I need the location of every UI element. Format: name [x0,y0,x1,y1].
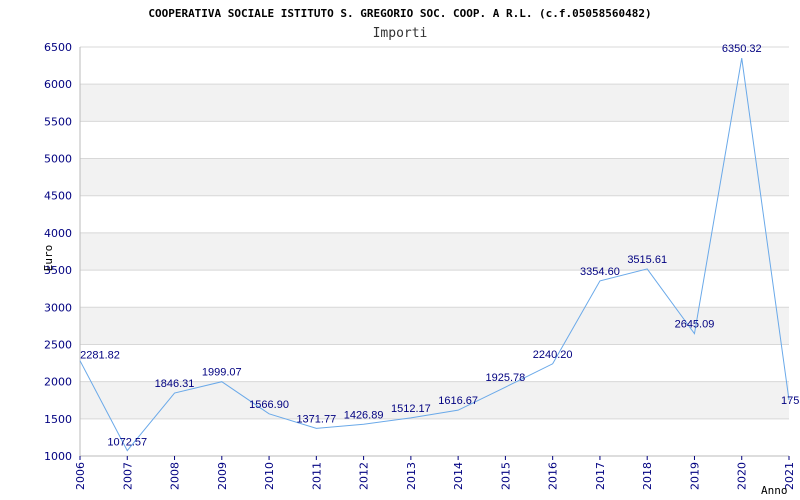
grid-band [80,84,789,122]
data-label: 1072.57 [107,437,147,449]
x-tick-label: 2019 [688,462,701,490]
data-label: 2240.20 [533,349,573,361]
data-label: 1512.17 [391,403,431,415]
y-tick-label: 5500 [44,115,72,128]
x-tick-label: 2011 [310,462,323,490]
x-tick-label: 2006 [74,462,87,490]
y-tick-label: 2000 [44,376,72,389]
y-tick-label: 1500 [44,413,72,426]
chart-subtitle: Importi [373,26,428,41]
y-tick-label: 5000 [44,153,72,166]
data-label: 1616.67 [438,395,478,407]
x-tick-label: 2020 [736,462,749,490]
x-tick-label: 2014 [452,462,465,490]
data-label: 2645.09 [675,319,715,331]
x-tick-label: 2018 [641,462,654,490]
chart-title: COOPERATIVA SOCIALE ISTITUTO S. GREGORIO… [148,7,651,20]
data-label: 2281.82 [80,350,120,362]
x-tick-label: 2015 [499,462,512,490]
y-tick-label: 6500 [44,41,72,54]
plot-area: 1000150020002500300035004000450050005500… [44,41,800,490]
data-label: 3354.60 [580,266,620,278]
x-tick-label: 2012 [358,462,371,490]
grid-band [80,232,789,271]
y-tick-label: 1000 [44,450,72,463]
y-tick-label: 4000 [44,227,72,240]
data-label: 1846.31 [155,378,195,390]
data-label: 1566.90 [249,399,289,411]
x-tick-label: 2009 [216,462,229,490]
x-axis-label: Anno [761,484,788,497]
x-tick-label: 2008 [169,462,182,490]
x-tick-label: 2016 [547,462,560,490]
data-label: 3515.61 [627,254,667,266]
x-tick-label: 2017 [594,462,607,490]
x-tick-label: 2013 [405,462,418,490]
y-tick-label: 2500 [44,338,72,351]
data-label: 1753.0 [781,395,800,407]
data-label: 1925.78 [486,372,526,384]
y-tick-label: 3000 [44,301,72,314]
x-tick-label: 2010 [263,462,276,490]
y-tick-label: 6000 [44,78,72,91]
x-tick-label: 2007 [121,462,134,490]
data-label: 6350.32 [722,43,762,55]
grid-band [80,158,789,196]
y-axis-label: Euro [42,245,55,272]
data-label: 1371.77 [296,413,336,425]
data-label: 1426.89 [344,409,384,421]
line-chart: COOPERATIVA SOCIALE ISTITUTO S. GREGORIO… [42,7,800,497]
y-tick-label: 4500 [44,190,72,203]
data-label: 1999.07 [202,367,242,379]
